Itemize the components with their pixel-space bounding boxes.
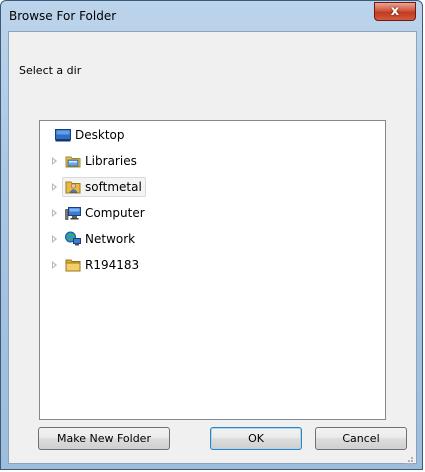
folder-tree[interactable]: Desktop Libraries softmetal Computer Net… bbox=[39, 120, 386, 420]
libraries-icon bbox=[65, 153, 81, 169]
folder-icon bbox=[65, 257, 81, 273]
user-folder-icon bbox=[65, 179, 81, 195]
desktop-icon bbox=[55, 127, 71, 143]
network-icon bbox=[65, 231, 81, 247]
expand-arrow-icon[interactable] bbox=[52, 183, 57, 191]
tree-item-softmetal[interactable]: softmetal bbox=[52, 176, 146, 198]
dialog-client-area: Select a dir Desktop Libraries softmetal… bbox=[8, 31, 417, 465]
tree-item-desktop[interactable]: Desktop bbox=[52, 124, 129, 146]
tree-item-libraries[interactable]: Libraries bbox=[52, 150, 141, 172]
dialog-prompt: Select a dir bbox=[19, 64, 82, 77]
tree-item-label: R194183 bbox=[85, 258, 140, 272]
expand-arrow-icon[interactable] bbox=[52, 235, 57, 243]
close-button[interactable]: x bbox=[374, 2, 416, 21]
ok-button[interactable]: OK bbox=[210, 427, 302, 450]
title-bar[interactable]: Browse For Folder x bbox=[1, 1, 422, 31]
expand-arrow-icon[interactable] bbox=[52, 209, 57, 217]
expand-arrow-icon[interactable] bbox=[52, 157, 57, 165]
browse-for-folder-window: Browse For Folder x Select a dir Desktop bbox=[0, 0, 423, 470]
tree-item-label: Computer bbox=[85, 206, 145, 220]
tree-item-label: Desktop bbox=[75, 128, 125, 142]
tree-item-r194183[interactable]: R194183 bbox=[52, 254, 143, 276]
close-icon: x bbox=[390, 4, 400, 19]
make-new-folder-button[interactable]: Make New Folder bbox=[38, 427, 170, 450]
tree-item-label: Libraries bbox=[85, 154, 137, 168]
cancel-button[interactable]: Cancel bbox=[315, 427, 407, 450]
window-title: Browse For Folder bbox=[9, 9, 117, 23]
tree-item-label: Network bbox=[85, 232, 136, 246]
expand-arrow-icon[interactable] bbox=[52, 261, 57, 269]
tree-item-label: softmetal bbox=[85, 180, 142, 194]
resize-grip-icon[interactable] bbox=[404, 451, 414, 465]
tree-item-computer[interactable]: Computer bbox=[52, 202, 149, 224]
tree-item-network[interactable]: Network bbox=[52, 228, 139, 250]
computer-icon bbox=[65, 205, 81, 221]
